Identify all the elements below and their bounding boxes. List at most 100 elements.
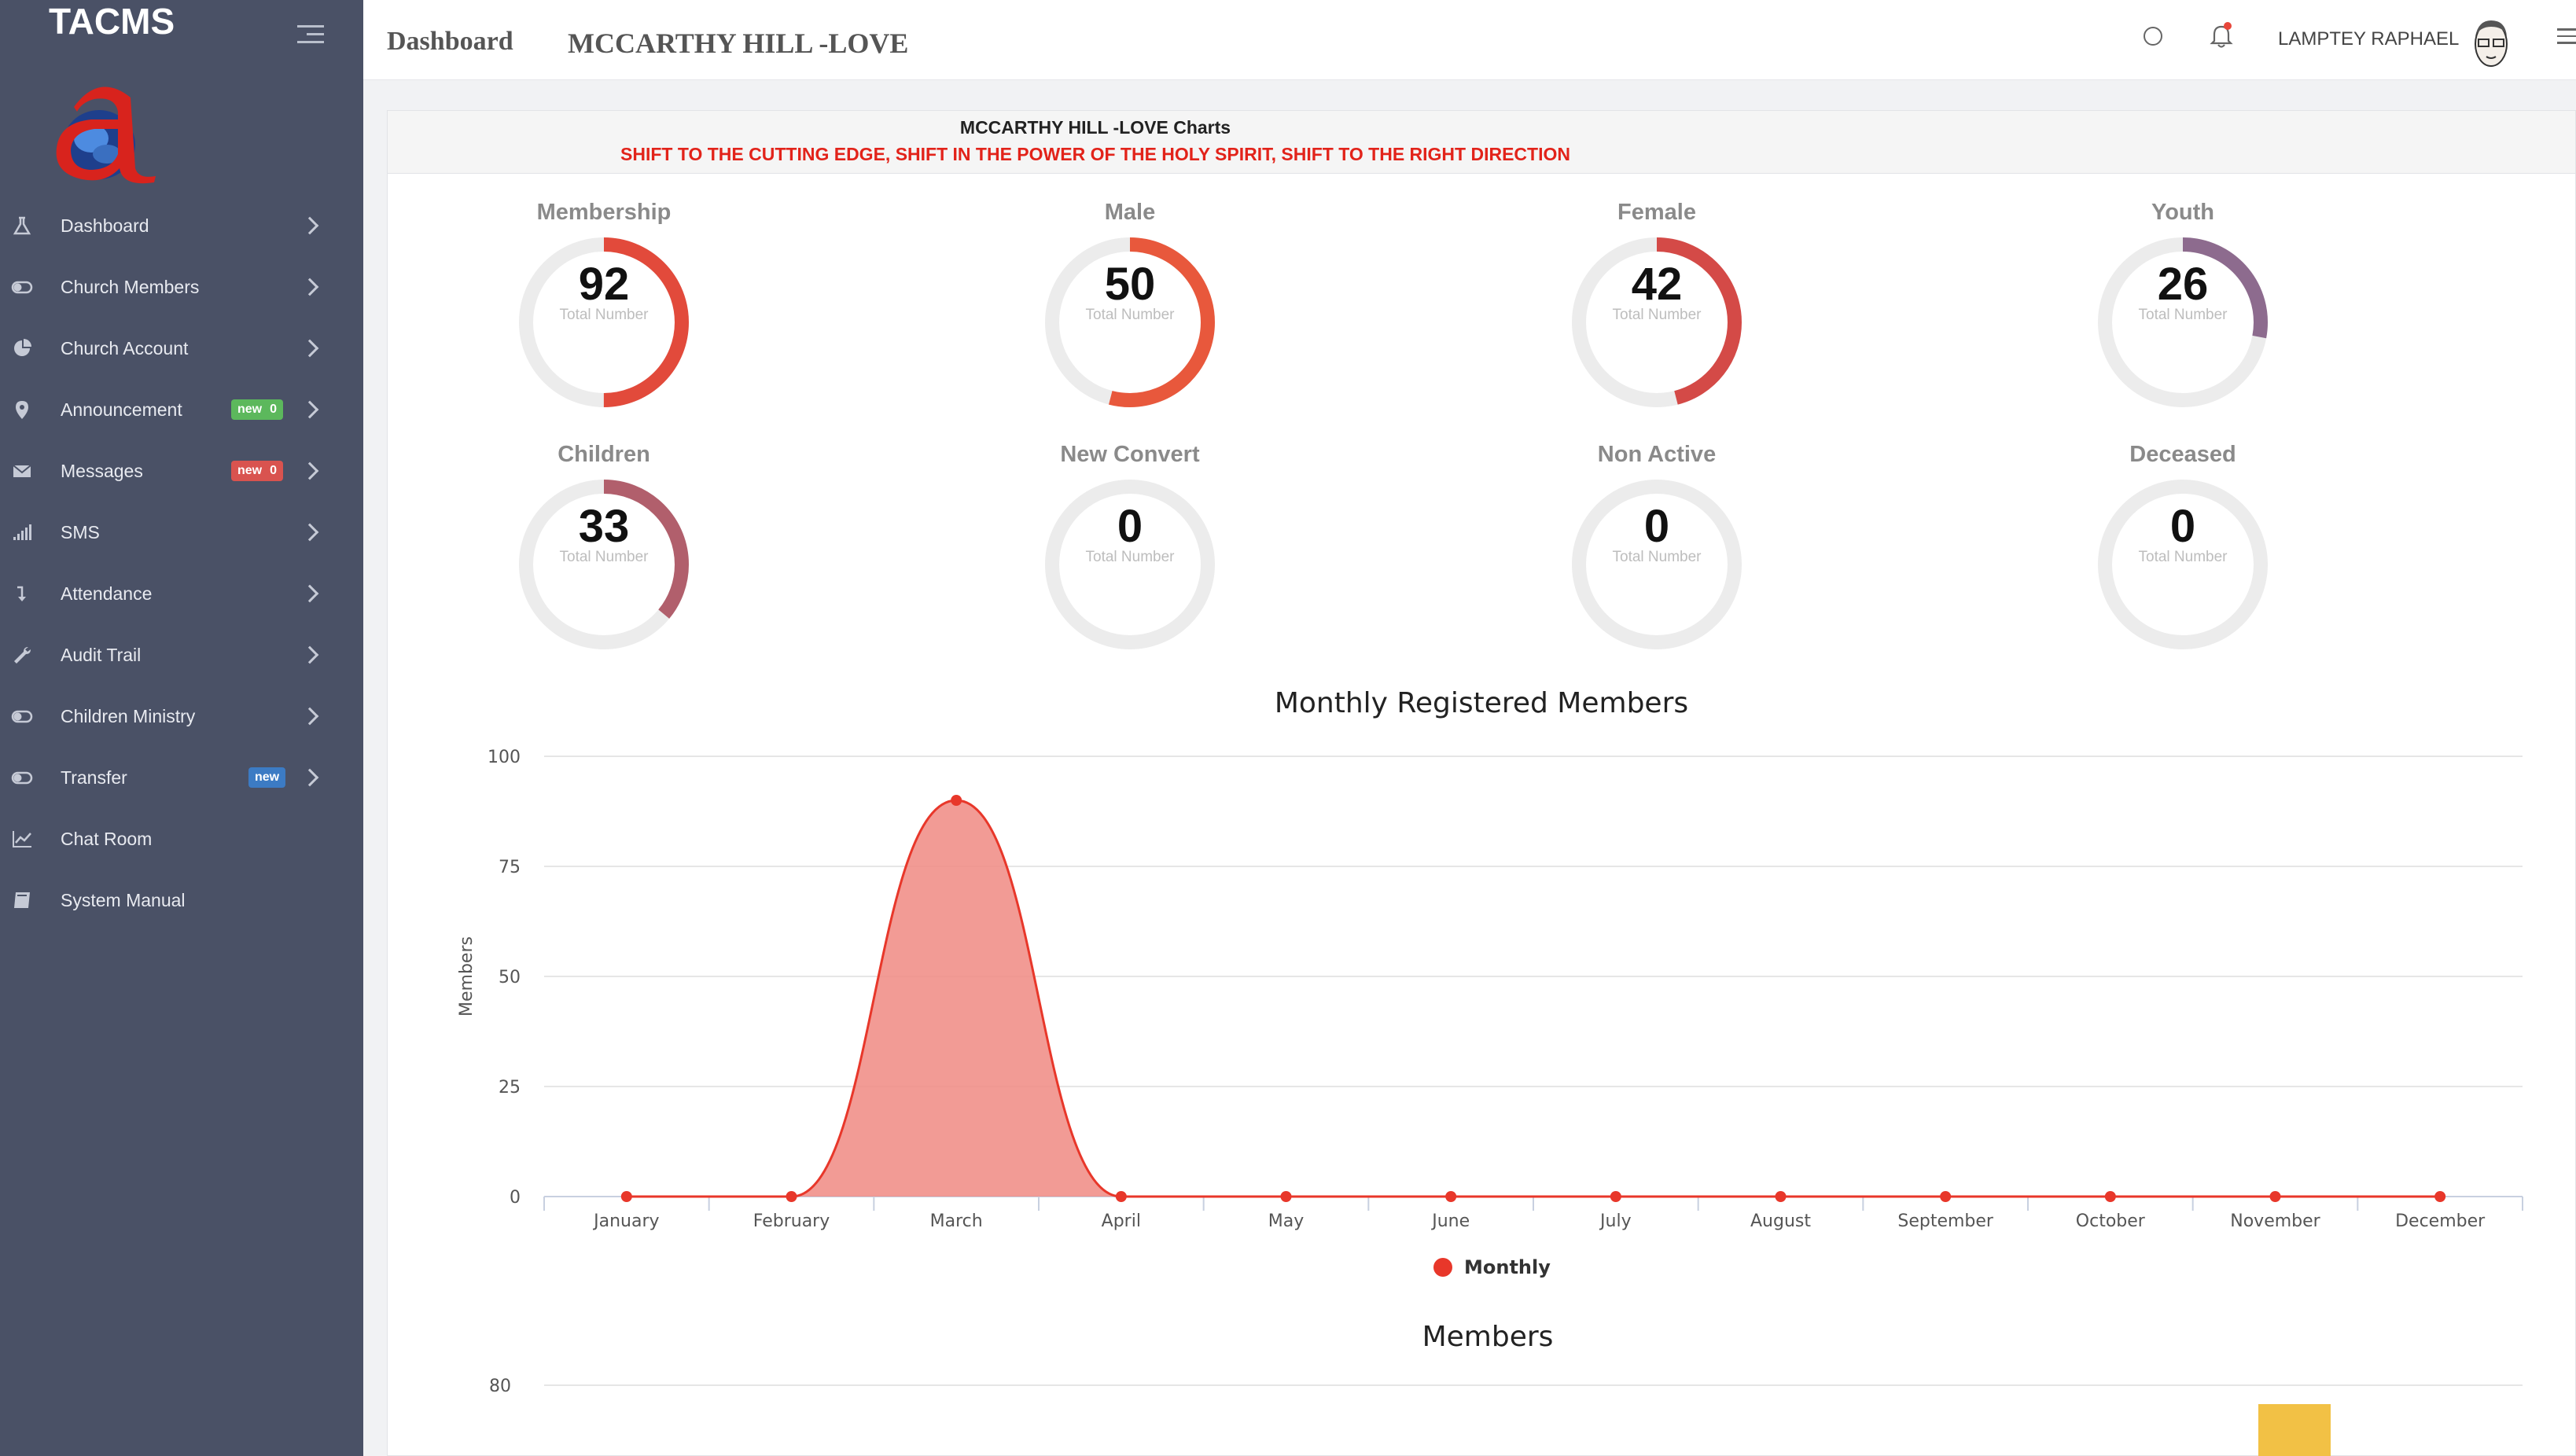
x-tick-label: April — [1102, 1211, 1141, 1231]
stat-youth: Youth 26 Total Number — [2088, 197, 2277, 417]
stat-subtitle: Total Number — [559, 307, 649, 323]
church-motto: SHIFT TO THE CUTTING EDGE, SHIFT IN THE … — [620, 144, 1570, 164]
sidebar-item-label: Church Account — [61, 337, 189, 358]
stat-subtitle: Total Number — [559, 549, 649, 565]
y-tick-label: 50 — [499, 968, 521, 987]
stat-value: 0 — [1643, 501, 1670, 552]
badge-count: 0 — [270, 464, 278, 477]
avatar[interactable] — [2467, 14, 2515, 74]
chevron-right-icon — [300, 707, 319, 726]
chevron-right-icon — [300, 584, 319, 603]
sidebar-item-system-manual[interactable]: System Manual — [0, 870, 363, 931]
stat-non-active: Non Active 0 Total Number — [1562, 439, 1751, 659]
sidebar-item-messages[interactable]: Messages new 0 — [0, 440, 363, 502]
sidebar-item-transfer[interactable]: Transfer new — [0, 747, 363, 808]
card-header: MCCARTHY HILL -LOVE Charts SHIFT TO THE … — [388, 111, 2575, 174]
x-tick-label: August — [1750, 1211, 1811, 1231]
chevron-right-icon — [300, 400, 319, 419]
data-point — [1445, 1191, 1457, 1202]
series-area-monthly — [626, 800, 2441, 1197]
chart-title: Members — [1422, 1321, 1554, 1353]
options-menu-icon[interactable] — [2557, 28, 2576, 44]
x-tick-label: May — [1268, 1211, 1304, 1231]
stat-deceased: Deceased 0 Total Number — [2088, 439, 2277, 659]
members-chart: Members 80 — [489, 1321, 2523, 1456]
sidebar-nav: Dashboard Church Members Church Account Ann… — [0, 195, 363, 931]
badge-text: new — [255, 770, 280, 784]
new-badge: new 0 — [231, 399, 284, 420]
badge-text: new — [237, 464, 263, 477]
chevron-right-icon — [300, 461, 319, 480]
data-point — [951, 795, 962, 806]
status-circle-icon[interactable] — [2144, 27, 2162, 46]
x-tick-label: June — [1430, 1211, 1470, 1231]
sidebar-item-attendance[interactable]: Attendance — [0, 563, 363, 624]
stat-value: 0 — [1117, 501, 1143, 552]
stat-subtitle: Total Number — [2138, 549, 2228, 565]
church-logo — [56, 86, 156, 184]
sidebar-toggle-icon[interactable] — [297, 25, 324, 47]
stat-value: 92 — [578, 259, 630, 310]
x-tick-label: January — [592, 1211, 659, 1231]
stat-subtitle: Total Number — [1612, 549, 1702, 565]
new-badge: new — [248, 767, 286, 788]
sidebar-item-sms[interactable]: SMS — [0, 502, 363, 563]
y-tick-label: 0 — [510, 1188, 521, 1208]
stat-membership: Membership 92 Total Number — [510, 197, 698, 417]
bell-icon[interactable] — [2210, 22, 2233, 49]
flask-icon — [11, 215, 33, 237]
user-name[interactable]: LAMPTEY RAPHAEL — [2278, 28, 2459, 50]
sidebar-item-audit-trail[interactable]: Audit Trail — [0, 624, 363, 686]
badge-text: new — [237, 403, 263, 416]
legend-label-monthly[interactable]: Monthly — [1464, 1256, 1551, 1278]
chevron-right-icon — [300, 645, 319, 664]
chevron-right-icon — [300, 278, 319, 296]
book-icon — [11, 889, 33, 911]
stat-title: Male — [1104, 200, 1156, 225]
map-pin-icon — [11, 399, 33, 421]
sidebar-item-label: Messages — [61, 460, 143, 481]
sidebar-item-chat-room[interactable]: Chat Room — [0, 808, 363, 870]
sidebar-item-announcement[interactable]: Announcement new 0 — [0, 379, 363, 440]
x-tick-label: March — [930, 1211, 983, 1231]
y-tick-label: 25 — [499, 1078, 521, 1098]
stat-title: Non Active — [1597, 442, 1717, 467]
sidebar-item-label: Dashboard — [61, 215, 149, 236]
chevron-right-icon — [300, 523, 319, 542]
sidebar-item-children-ministry[interactable]: Children Ministry — [0, 686, 363, 747]
wrench-icon — [11, 644, 33, 666]
stat-value: 33 — [578, 501, 630, 552]
toggle-icon — [11, 767, 33, 789]
level-down-icon — [11, 583, 33, 605]
chevron-right-icon — [300, 216, 319, 235]
legend-marker-monthly — [1433, 1258, 1452, 1277]
sidebar-item-label: Chat Room — [61, 828, 153, 849]
stat-value: 42 — [1631, 259, 1683, 310]
y-axis-label: Members — [457, 936, 477, 1017]
sidebar-item-church-account[interactable]: Church Account — [0, 318, 363, 379]
data-point — [1610, 1191, 1621, 1202]
brand-title[interactable]: TACMS — [49, 0, 175, 42]
stat-subtitle: Total Number — [1612, 307, 1702, 323]
stat-title: New Convert — [1060, 442, 1200, 467]
data-point — [2104, 1191, 2116, 1202]
sidebar-item-church-members[interactable]: Church Members — [0, 256, 363, 318]
monthly-registered-members-chart: Monthly Registered Members 0 25 50 75 100 Memb… — [457, 687, 2523, 1278]
stat-subtitle: Total Number — [2138, 307, 2228, 323]
stat-value: 26 — [2157, 259, 2209, 310]
stat-children: Children 33 Total Number — [510, 439, 698, 659]
sidebar-item-dashboard[interactable]: Dashboard — [0, 195, 363, 256]
stat-title: Deceased — [2129, 442, 2236, 467]
x-tick-label: July — [1599, 1211, 1632, 1231]
signal-icon — [11, 521, 33, 543]
chart-title: Monthly Registered Members — [1275, 687, 1688, 719]
data-point — [1115, 1191, 1127, 1202]
stat-female: Female 42 Total Number — [1562, 197, 1751, 417]
stat-title: Female — [1617, 200, 1696, 225]
sidebar-item-label: Announcement — [61, 399, 182, 420]
x-tick-label: September — [1897, 1211, 1994, 1231]
breadcrumb-dashboard[interactable]: Dashboard — [387, 27, 513, 57]
y-tick-label: 80 — [489, 1377, 511, 1396]
line-chart-icon — [11, 828, 33, 850]
sidebar-item-label: System Manual — [61, 889, 186, 910]
